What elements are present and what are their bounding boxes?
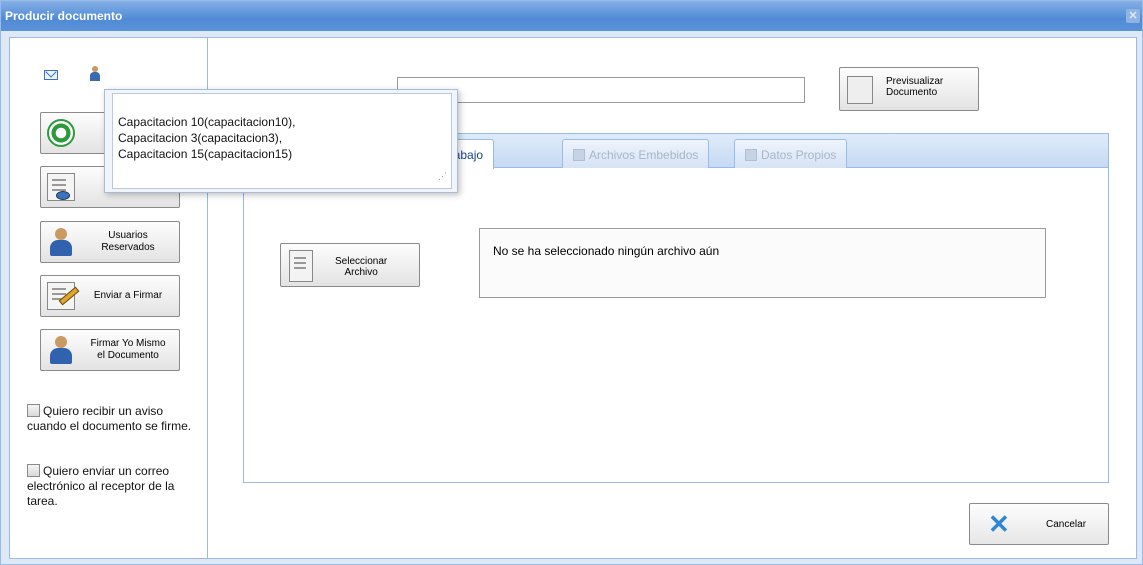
reserved-users-button[interactable]: Usuarios Reservados — [40, 221, 180, 263]
person-icon[interactable] — [90, 66, 100, 82]
dialog-window: Producir documento ✕ Usuarios Reservados — [0, 0, 1143, 565]
view-document-icon — [47, 173, 75, 201]
edit-icon — [745, 149, 757, 161]
recipients-popup: Capacitacion 10(capacitacion10), Capacit… — [104, 89, 458, 193]
select-file-icon — [289, 250, 313, 282]
cancel-x-icon: ✕ — [988, 509, 1010, 539]
reference-input[interactable] — [397, 77, 805, 103]
self-sign-button[interactable]: Firmar Yo Mismo el Documento — [40, 329, 180, 371]
file-status-box: No se ha seleccionado ningún archivo aún — [479, 228, 1046, 298]
sign-pen-icon — [47, 282, 75, 310]
notify-on-sign-checkbox[interactable] — [27, 404, 40, 417]
send-to-sign-label: Enviar a Firmar — [93, 290, 163, 301]
preview-document-button[interactable]: Previsualizar Documento — [839, 67, 979, 111]
recipients-textarea[interactable]: Capacitacion 10(capacitacion10), Capacit… — [112, 93, 452, 189]
self-sign-icon — [47, 336, 75, 364]
attachment-icon — [573, 149, 585, 161]
window-title: Producir documento — [5, 9, 123, 23]
title-bar: Producir documento ✕ — [1, 1, 1142, 31]
file-status-text: No se ha seleccionado ningún archivo aún — [493, 244, 720, 258]
email-receiver-checkbox[interactable] — [27, 464, 40, 477]
cancel-button[interactable]: ✕ Cancelar — [969, 503, 1109, 545]
close-icon[interactable]: ✕ — [1126, 9, 1140, 23]
tab-archivos-embebidos[interactable]: Archivos Embebidos — [562, 139, 710, 168]
reserved-users-label: Usuarios Reservados — [101, 230, 155, 253]
self-sign-label: Firmar Yo Mismo el Documento — [90, 338, 166, 361]
tab-datos-propios[interactable]: Datos Propios — [734, 139, 848, 168]
cancel-label: Cancelar — [1046, 519, 1087, 530]
refresh-icon — [47, 119, 75, 147]
notify-on-sign-checkbox-row[interactable]: Quiero recibir un aviso cuando el docume… — [27, 404, 205, 434]
user-icon — [47, 228, 75, 256]
notify-on-sign-label: Quiero recibir un aviso cuando el docume… — [27, 404, 192, 433]
email-receiver-checkbox-row[interactable]: Quiero enviar un correo electrónico al r… — [27, 464, 205, 509]
preview-document-label: Previsualizar Documento — [886, 76, 944, 98]
select-file-button[interactable]: Seleccionar Archivo — [280, 243, 420, 287]
preview-document-icon — [847, 76, 873, 104]
send-to-sign-button[interactable]: Enviar a Firmar — [40, 275, 180, 317]
email-receiver-label: Quiero enviar un correo electrónico al r… — [27, 464, 175, 508]
select-file-label: Seleccionar Archivo — [335, 256, 388, 278]
mail-icon[interactable] — [44, 70, 58, 80]
resize-grip-icon[interactable]: ⋰ — [438, 168, 447, 184]
